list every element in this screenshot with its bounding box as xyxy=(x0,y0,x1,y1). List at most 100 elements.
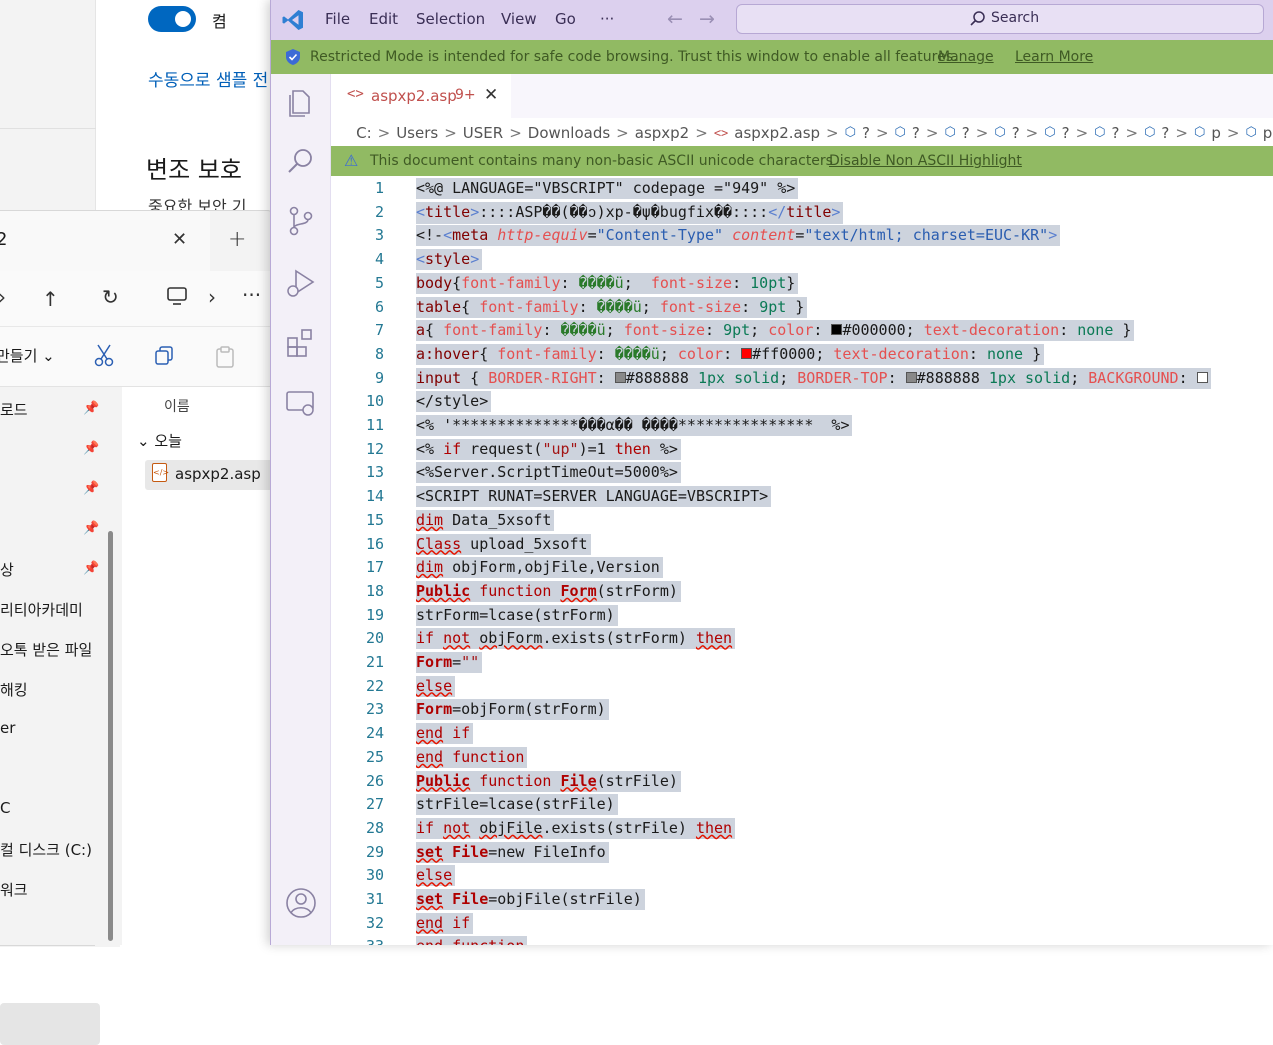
copy-icon[interactable] xyxy=(154,345,176,372)
code-text[interactable]: Form=objForm(strForm) xyxy=(416,699,609,721)
code-line[interactable]: 12 <% if request("up")=1 then %> xyxy=(331,438,1273,462)
code-line[interactable]: 8 a:hover{ font-family: ����ü; color: #ff… xyxy=(331,343,1273,367)
code-text[interactable]: end if xyxy=(416,912,474,934)
code-line[interactable]: 2 <title>::::ASP��(��ↄ)xp-�ψ�bugfix��::::… xyxy=(331,201,1273,225)
nav-item-local-disk[interactable]: 컬 디스크 (C:) xyxy=(0,839,92,860)
code-line[interactable]: 17 dim objForm,objFile,Version xyxy=(331,556,1273,580)
breadcrumb-item[interactable]: p xyxy=(1263,124,1273,142)
code-text[interactable]: Public function Form(strForm) xyxy=(416,580,681,602)
close-tab-icon[interactable]: ✕ xyxy=(172,229,187,250)
toggle-switch[interactable] xyxy=(148,6,196,32)
breadcrumb-item[interactable]: C: xyxy=(356,124,372,142)
run-debug-icon[interactable] xyxy=(284,266,318,300)
breadcrumb-item[interactable]: aspxp2 xyxy=(635,124,689,142)
code-line[interactable]: 26 Public function File(strFile) xyxy=(331,770,1273,794)
breadcrumb-item[interactable]: ? xyxy=(1062,124,1070,142)
code-line[interactable]: 22 else xyxy=(331,675,1273,699)
code-text[interactable]: <!-<meta http-equiv="Content-Type" conte… xyxy=(416,225,1061,247)
nav-item-academy[interactable]: 리티아카데미 xyxy=(0,599,83,620)
code-line[interactable]: 13 <%Server.ScriptTimeOut=5000%> xyxy=(331,461,1273,485)
breadcrumb-item[interactable]: ? xyxy=(912,124,920,142)
explorer-files-icon[interactable] xyxy=(284,86,318,120)
nav-scrollbar[interactable] xyxy=(108,531,113,941)
code-text[interactable]: body{font-family: ����ü; font-size: 10pt… xyxy=(416,272,799,294)
nav-item-folder[interactable]: er xyxy=(0,719,15,737)
code-text[interactable]: set File=new FileInfo xyxy=(416,841,609,863)
forward-icon[interactable]: › xyxy=(0,285,6,309)
forward-arrow-icon[interactable]: → xyxy=(699,8,715,30)
cut-icon[interactable] xyxy=(93,343,115,372)
code-text[interactable]: a:hover{ font-family: ����ü; color: #ff0… xyxy=(416,343,1045,365)
chevron-right-icon[interactable]: › xyxy=(208,285,216,309)
menu-selection[interactable]: Selection xyxy=(416,10,485,28)
code-line[interactable]: 31 set File=objFile(strFile) xyxy=(331,888,1273,912)
code-text[interactable]: dim Data_5xsoft xyxy=(416,509,555,531)
code-text[interactable]: strFile=lcase(strFile) xyxy=(416,794,618,816)
breadcrumb-item[interactable]: Users xyxy=(396,124,438,142)
this-pc-icon[interactable] xyxy=(166,286,188,311)
new-tab-icon[interactable]: + xyxy=(228,227,246,252)
code-text[interactable]: if not objForm.exists(strForm) then xyxy=(416,628,736,650)
code-text[interactable]: <%@ LANGUAGE="VBSCRIPT" codepage ="949" … xyxy=(416,178,799,199)
manage-link[interactable]: Manage xyxy=(938,49,994,65)
code-editor[interactable]: 1 <%@ LANGUAGE="VBSCRIPT" codepage ="949"… xyxy=(331,176,1273,945)
code-text[interactable]: Public function File(strFile) xyxy=(416,770,681,792)
up-arrow-icon[interactable]: ↑ xyxy=(42,287,59,311)
code-line[interactable]: 4 <style> xyxy=(331,248,1273,272)
code-line[interactable]: 6 table{ font-family: ����ü; font-size: 9… xyxy=(331,296,1273,320)
nav-item-network[interactable]: 워크 xyxy=(0,879,28,900)
file-name[interactable]: aspxp2.asp xyxy=(175,465,261,483)
disable-highlight-link[interactable]: Disable Non ASCII Highlight xyxy=(829,153,1022,169)
code-line[interactable]: 3 <!-<meta http-equiv="Content-Type" cont… xyxy=(331,224,1273,248)
nav-item-kakaotalk-files[interactable]: 오톡 받은 파일 xyxy=(0,639,92,660)
breadcrumb-item[interactable]: ? xyxy=(862,124,870,142)
code-line[interactable]: 32 end if xyxy=(331,912,1273,936)
code-text[interactable]: if not objFile.exists(strFile) then xyxy=(416,817,736,839)
code-text[interactable]: <% if request("up")=1 then %> xyxy=(416,438,681,460)
code-text[interactable]: dim objForm,objFile,Version xyxy=(416,557,663,579)
learn-more-link[interactable]: Learn More xyxy=(1015,49,1093,65)
back-arrow-icon[interactable]: ← xyxy=(667,8,683,30)
menu-go[interactable]: Go xyxy=(555,10,576,28)
code-line[interactable]: 19 strForm=lcase(strForm) xyxy=(331,604,1273,628)
breadcrumb-item[interactable]: ? xyxy=(1161,124,1169,142)
breadcrumb-item[interactable]: p xyxy=(1211,124,1221,142)
menu-view[interactable]: View xyxy=(501,10,537,28)
new-button[interactable]: 만들기 ⌄ xyxy=(0,345,55,366)
code-text[interactable]: <title>::::ASP��(��ↄ)xp-�ψ�bugfix��::::<… xyxy=(416,201,844,224)
code-text[interactable]: <SCRIPT RUNAT=SERVER LANGUAGE=VBSCRIPT> xyxy=(416,486,772,508)
code-line[interactable]: 5 body{font-family: ����ü; font-size: 10p… xyxy=(331,272,1273,296)
code-text[interactable]: Class upload_5xsoft xyxy=(416,533,591,555)
code-line[interactable]: 20 if not objForm.exists(strForm) then xyxy=(331,627,1273,651)
code-text[interactable]: strForm=lcase(strForm) xyxy=(416,604,618,626)
column-header-name[interactable]: 이름 xyxy=(164,396,190,416)
nav-item-video[interactable]: 상 xyxy=(0,559,14,580)
account-icon[interactable] xyxy=(284,886,318,920)
nav-item-pc[interactable]: C xyxy=(0,799,10,817)
nav-item-hacking[interactable]: 해킹 xyxy=(0,679,28,700)
code-text[interactable]: else xyxy=(416,675,456,697)
code-text[interactable]: Form="" xyxy=(416,652,483,673)
code-text[interactable]: else xyxy=(416,865,456,887)
code-line[interactable]: 9 input { BORDER-RIGHT: #888888 1px solid… xyxy=(331,367,1273,391)
code-line[interactable]: 21 Form="" xyxy=(331,651,1273,675)
code-text[interactable]: end if xyxy=(416,723,474,745)
code-line[interactable]: 25 end function xyxy=(331,746,1273,770)
tab-aspxp2[interactable]: <> aspxp2.asp 9+ ✕ xyxy=(331,74,511,118)
code-text[interactable]: set File=objFile(strFile) xyxy=(416,889,645,910)
code-line[interactable]: 29 set File=new FileInfo xyxy=(331,841,1273,865)
breadcrumb-item[interactable]: ? xyxy=(1112,124,1120,142)
code-line[interactable]: 11 <% '**************���α�� ����*********… xyxy=(331,414,1273,438)
extensions-icon[interactable] xyxy=(284,326,318,360)
code-text[interactable]: <% '**************���α�� ����***********… xyxy=(416,415,853,436)
paste-icon[interactable] xyxy=(214,345,236,374)
code-line[interactable]: 18 Public function Form(strForm) xyxy=(331,580,1273,604)
code-text[interactable]: <%Server.ScriptTimeOut=5000%> xyxy=(416,462,681,484)
menu-edit[interactable]: Edit xyxy=(369,10,398,28)
code-line[interactable]: 16 Class upload_5xsoft xyxy=(331,533,1273,557)
breadcrumb-item[interactable]: aspxp2.asp xyxy=(734,124,820,142)
code-line[interactable]: 27 strFile=lcase(strFile) xyxy=(331,793,1273,817)
breadcrumb-item[interactable]: ? xyxy=(962,124,970,142)
source-control-icon[interactable] xyxy=(284,204,318,238)
code-line[interactable]: 33 end function xyxy=(331,935,1273,945)
